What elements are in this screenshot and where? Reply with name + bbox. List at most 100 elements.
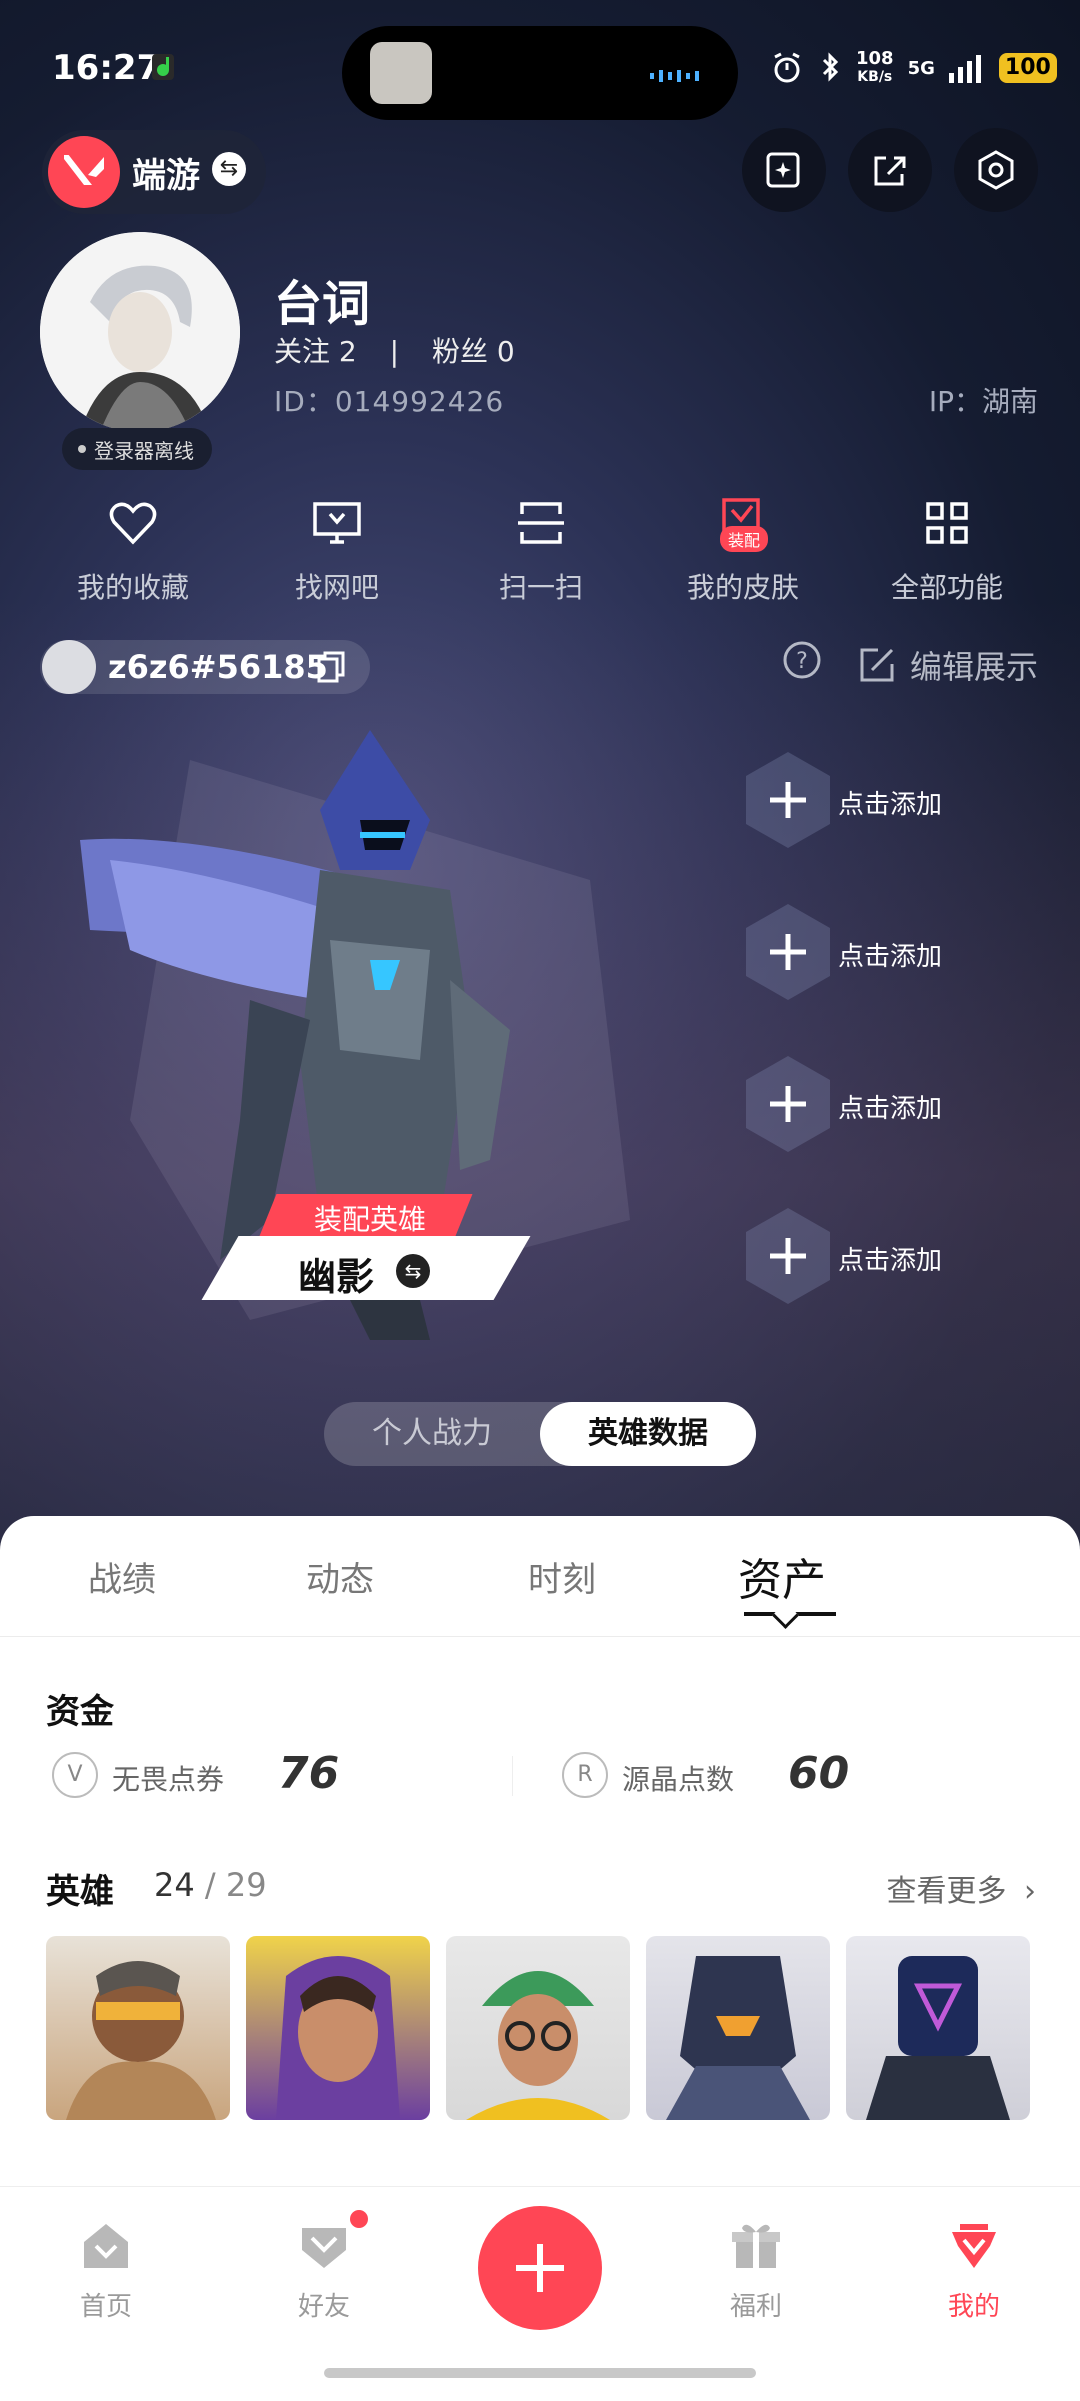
sparkle-edit-button[interactable] xyxy=(742,128,826,212)
heroes-owned: 24 xyxy=(154,1866,195,1904)
valorant-point-icon: V xyxy=(52,1752,98,1798)
home-indicator[interactable] xyxy=(324,2368,756,2378)
quick-action-label: 扫一扫 xyxy=(498,571,583,604)
fans-count[interactable]: 粉丝 0 xyxy=(432,335,515,368)
share-icon xyxy=(874,156,906,186)
view-more-link[interactable]: 查看更多 › xyxy=(886,1866,1036,1910)
login-status-text: 登录器离线 xyxy=(94,438,194,463)
equipped-hero-tag: 装配英雄 xyxy=(313,1203,426,1236)
status-icons: 108 KB/s 5G 100 xyxy=(770,48,1057,88)
valorant-logo-icon xyxy=(48,136,120,208)
music-icon xyxy=(152,54,174,80)
heroes-total: / 29 xyxy=(204,1866,267,1904)
share-button[interactable] xyxy=(848,128,932,212)
quick-action-skins[interactable]: 装配 我的皮肤 xyxy=(658,496,828,606)
grid-icon xyxy=(926,502,968,544)
avatar[interactable] xyxy=(40,232,240,432)
monitor-icon xyxy=(313,502,361,544)
funds-divider xyxy=(512,1756,513,1796)
quick-action-all[interactable]: 全部功能 xyxy=(862,496,1032,606)
quick-action-label: 我的皮肤 xyxy=(686,571,799,604)
game-switcher-label: 端游 xyxy=(132,156,200,196)
edit-display-label: 编辑展示 xyxy=(909,648,1038,686)
settings-icon xyxy=(978,150,1014,190)
heroes-count: 24 / 29 xyxy=(154,1866,267,1904)
add-slot-label[interactable]: 点击添加 xyxy=(838,936,942,973)
skin-badge: 装配 xyxy=(720,526,769,552)
audio-wave-icon xyxy=(650,70,699,82)
nav-friends[interactable]: 好友 xyxy=(244,2210,404,2323)
add-slot-label[interactable]: 点击添加 xyxy=(838,1240,942,1277)
net-speed: 108 KB/s xyxy=(856,48,894,86)
quick-action-scan[interactable]: 扫一扫 xyxy=(456,496,626,606)
funds-title: 资金 xyxy=(46,1692,114,1732)
tabs-divider xyxy=(0,1636,1080,1637)
friends-icon xyxy=(302,2228,346,2268)
fund-value-rp: 60 xyxy=(788,1748,850,1799)
quick-action-label: 全部功能 xyxy=(890,571,1003,604)
battery-indicator: 100 xyxy=(998,53,1057,83)
view-more-label: 查看更多 xyxy=(886,1874,1007,1909)
chevron-right-icon: › xyxy=(1024,1874,1036,1909)
heroes-title: 英雄 xyxy=(46,1872,114,1912)
hero-card[interactable] xyxy=(646,1936,830,2120)
radianite-icon: R xyxy=(562,1752,608,1798)
tab-record[interactable]: 战绩 xyxy=(22,1552,222,1601)
hero-card[interactable] xyxy=(46,1936,230,2120)
segment-personal-power[interactable]: 个人战力 xyxy=(324,1402,540,1466)
tab-moments[interactable]: 时刻 xyxy=(462,1552,662,1601)
hero-card[interactable] xyxy=(246,1936,430,2120)
quick-action-favorites[interactable]: 我的收藏 xyxy=(48,496,218,606)
add-slot-label[interactable]: 点击添加 xyxy=(838,784,942,821)
media-thumbnail[interactable] xyxy=(370,42,432,104)
follow-stats: 关注 2 | 粉丝 0 xyxy=(274,330,515,370)
nav-rewards[interactable]: 福利 xyxy=(676,2218,836,2323)
nav-home[interactable]: 首页 xyxy=(26,2218,186,2323)
copy-icon[interactable] xyxy=(316,650,346,684)
segment-hero-data[interactable]: 英雄数据 xyxy=(540,1402,756,1466)
scan-icon xyxy=(518,502,564,544)
create-post-button[interactable] xyxy=(478,2206,602,2330)
nav-label: 我的 xyxy=(947,2292,1000,2322)
gift-icon xyxy=(732,2224,780,2268)
hero-card[interactable] xyxy=(446,1936,630,2120)
plus-icon xyxy=(516,2244,564,2292)
hero-card-list xyxy=(46,1936,1030,2120)
ip-location: IP：湖南 xyxy=(928,385,1038,418)
add-slot-2[interactable] xyxy=(740,902,836,1002)
tab-feed[interactable]: 动态 xyxy=(240,1552,440,1601)
nav-label: 首页 xyxy=(79,2292,132,2322)
tab-assets[interactable]: 资产 xyxy=(682,1544,882,1608)
settings-button[interactable] xyxy=(954,128,1038,212)
heart-icon xyxy=(109,502,157,545)
user-id: ID：014992426 xyxy=(274,385,505,418)
bluetooth-icon xyxy=(822,52,839,82)
add-slot-label[interactable]: 点击添加 xyxy=(838,1088,942,1125)
nav-label: 好友 xyxy=(297,2292,350,2322)
add-slot-3[interactable] xyxy=(740,1054,836,1154)
notification-dot xyxy=(350,2210,368,2228)
quick-action-label: 我的收藏 xyxy=(76,571,189,604)
hero-card[interactable] xyxy=(846,1936,1030,2120)
sparkle-card-icon xyxy=(766,152,800,188)
quick-action-netcafe[interactable]: 找网吧 xyxy=(252,496,422,606)
help-icon[interactable]: ? xyxy=(782,640,822,680)
alarm-icon xyxy=(774,52,800,83)
signal-icon xyxy=(948,55,981,83)
fund-label-rp: 源晶点数 xyxy=(622,1763,735,1796)
player-tag-text: z6z6#56185 xyxy=(108,648,328,686)
edit-icon xyxy=(860,648,894,682)
svg-text:?: ? xyxy=(796,649,808,674)
fund-label-vp: 无畏点券 xyxy=(112,1763,225,1796)
quick-action-label: 找网吧 xyxy=(294,571,379,604)
edit-display-button[interactable]: 编辑展示 xyxy=(858,642,1038,688)
nav-label: 福利 xyxy=(729,2292,782,2322)
nav-me[interactable]: 我的 xyxy=(894,2218,1054,2323)
add-slot-4[interactable] xyxy=(740,1206,836,1306)
network-type: 5G xyxy=(907,57,935,79)
following-count[interactable]: 关注 2 xyxy=(274,335,357,368)
profile-icon xyxy=(952,2224,996,2268)
fund-value-vp: 76 xyxy=(278,1748,340,1799)
switch-hero-icon[interactable]: ⇆ xyxy=(396,1254,430,1288)
add-slot-1[interactable] xyxy=(740,750,836,850)
